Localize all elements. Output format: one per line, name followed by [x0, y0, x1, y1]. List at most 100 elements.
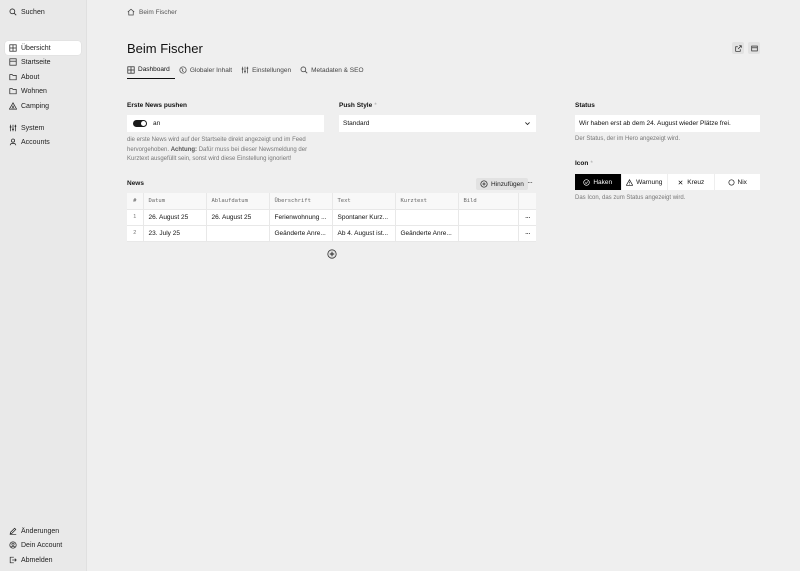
- news-label: News: [127, 180, 144, 187]
- sidebar-item-aenderungen[interactable]: Änderungen: [5, 524, 81, 538]
- push-style-value: Standard: [343, 120, 370, 127]
- column-header[interactable]: Bild: [458, 193, 519, 210]
- cell-bild[interactable]: [458, 225, 519, 242]
- dashboard-icon: [127, 65, 135, 74]
- table-row[interactable]: 1 26. August 25 26. August 25 Ferienwohn…: [127, 209, 536, 226]
- cell-text[interactable]: Ab 4. August ist...: [332, 225, 396, 242]
- icon-toggle-group: Haken Warnung Kreuz Nix: [575, 174, 760, 190]
- sidebar-item-accounts[interactable]: Accounts: [5, 135, 81, 149]
- cell-datum[interactable]: 26. August 25: [143, 209, 207, 226]
- push-style-select[interactable]: Standard: [339, 115, 536, 132]
- icon-option-haken[interactable]: Haken: [575, 174, 622, 190]
- folder-icon: [9, 88, 17, 95]
- sidebar-item-label: Camping: [21, 102, 50, 110]
- tab-einstellungen[interactable]: Einstellungen: [241, 66, 296, 79]
- tab-label: Dashboard: [138, 66, 170, 73]
- page-title: Beim Fischer: [127, 41, 203, 56]
- cell-bild[interactable]: [458, 209, 519, 226]
- globe-icon: [179, 66, 187, 74]
- tab-metadaten-seo[interactable]: Metadaten & SEO: [300, 66, 368, 79]
- sidebar-item-wohnen[interactable]: Wohnen: [5, 84, 81, 98]
- push-toggle[interactable]: [133, 120, 147, 127]
- sidebar-item-label: Startseite: [21, 58, 51, 66]
- push-label: Erste News pushen: [127, 102, 187, 109]
- open-external-button[interactable]: [732, 42, 744, 54]
- search-button[interactable]: Suchen: [5, 5, 81, 19]
- cell-ablaufdatum[interactable]: [206, 225, 270, 242]
- column-header[interactable]: Überschrift: [269, 193, 333, 210]
- tab-globaler-inhalt[interactable]: Globaler Inhalt: [179, 66, 237, 79]
- home-icon[interactable]: [127, 8, 135, 16]
- column-header[interactable]: Datum: [143, 193, 207, 210]
- warning-icon: [626, 178, 634, 186]
- add-news-button[interactable]: Hinzufügen: [476, 178, 528, 190]
- row-number: 2: [127, 225, 144, 242]
- tab-label: Globaler Inhalt: [189, 66, 233, 74]
- column-header[interactable]: Kurztext: [395, 193, 459, 210]
- search-icon: [300, 66, 308, 74]
- status-label: Status: [575, 102, 595, 109]
- sidebar-item-dein-account[interactable]: Dein Account: [5, 538, 81, 552]
- search-icon: [9, 8, 17, 16]
- external-link-icon: [734, 44, 742, 52]
- dashboard-icon: [9, 44, 17, 52]
- tab-dashboard[interactable]: Dashboard: [127, 65, 175, 79]
- folder-icon: [9, 74, 17, 81]
- tab-bar: Dashboard Globaler Inhalt Einstellungen …: [127, 65, 373, 79]
- tent-icon: [9, 102, 17, 110]
- sidebar-item-label: Accounts: [21, 138, 50, 146]
- table-row[interactable]: 2 23. July 25 Geänderte Anre... Ab 4. Au…: [127, 225, 536, 242]
- tab-label: Einstellungen: [252, 66, 292, 74]
- cell-ueberschrift[interactable]: Geänderte Anre...: [269, 225, 333, 242]
- sidebar-item-startseite[interactable]: Startseite: [5, 55, 81, 69]
- sidebar-item-uebersicht[interactable]: Übersicht: [5, 41, 81, 55]
- account-icon: [9, 541, 17, 549]
- icon-label: Icon *: [575, 160, 593, 167]
- sidebar-item-label: Wohnen: [21, 87, 47, 95]
- column-header: #: [127, 193, 144, 210]
- row-options-button[interactable]: ···: [518, 209, 536, 226]
- sidebar-item-system[interactable]: System: [5, 121, 81, 135]
- push-style-label: Push Style *: [339, 102, 377, 109]
- sidebar-item-label: Übersicht: [21, 44, 51, 52]
- icon-option-nix[interactable]: Nix: [715, 174, 761, 190]
- sidebar-item-label: System: [21, 124, 45, 132]
- push-toggle-field[interactable]: an: [127, 115, 324, 132]
- sidebar-item-abmelden[interactable]: Abmelden: [5, 553, 81, 567]
- status-help: Der Status, der im Hero angezeigt wird.: [575, 136, 681, 142]
- sidebar-item-about[interactable]: About: [5, 70, 81, 84]
- table-header-row: # Datum Ablaufdatum Überschrift Text Kur…: [127, 193, 536, 210]
- cell-datum[interactable]: 23. July 25: [143, 225, 207, 242]
- window-icon: [750, 45, 758, 51]
- breadcrumb: Beim Fischer: [127, 8, 177, 16]
- sidebar-item-label: Abmelden: [21, 556, 53, 564]
- add-row-icon[interactable]: [327, 249, 337, 259]
- cell-text[interactable]: Spontaner Kurz...: [332, 209, 396, 226]
- icon-option-kreuz[interactable]: Kreuz: [668, 174, 715, 190]
- search-label: Suchen: [21, 8, 45, 16]
- sliders-icon: [9, 124, 17, 132]
- sidebar-item-camping[interactable]: Camping: [5, 99, 81, 113]
- circle-icon: [728, 179, 735, 185]
- icon-option-warnung[interactable]: Warnung: [622, 174, 668, 190]
- push-toggle-text: an: [153, 120, 161, 127]
- column-header-actions: [518, 193, 536, 210]
- main-content: Beim Fischer Beim Fischer Dashboard Glob…: [87, 0, 800, 571]
- cell-ueberschrift[interactable]: Ferienwohnung ...: [269, 209, 333, 226]
- breadcrumb-item[interactable]: Beim Fischer: [139, 9, 177, 16]
- cell-kurztext[interactable]: [395, 209, 459, 226]
- column-header[interactable]: Ablaufdatum: [206, 193, 270, 210]
- column-header[interactable]: Text: [332, 193, 396, 210]
- row-number: 1: [127, 209, 144, 226]
- cell-kurztext[interactable]: Geänderte Anre...: [395, 225, 459, 242]
- logout-icon: [9, 556, 17, 564]
- sliders-icon: [241, 66, 249, 74]
- preview-button[interactable]: [748, 42, 760, 54]
- sidebar-item-label: Änderungen: [21, 527, 60, 535]
- news-more-button[interactable]: ···: [527, 178, 533, 187]
- status-input[interactable]: Wir haben erst ab dem 24. August wieder …: [575, 115, 760, 132]
- cell-ablaufdatum[interactable]: 26. August 25: [206, 209, 270, 226]
- check-circle-icon: [583, 178, 590, 186]
- row-options-button[interactable]: ···: [518, 225, 536, 242]
- sidebar: Suchen Übersicht Startseite About Wohnen…: [0, 0, 87, 571]
